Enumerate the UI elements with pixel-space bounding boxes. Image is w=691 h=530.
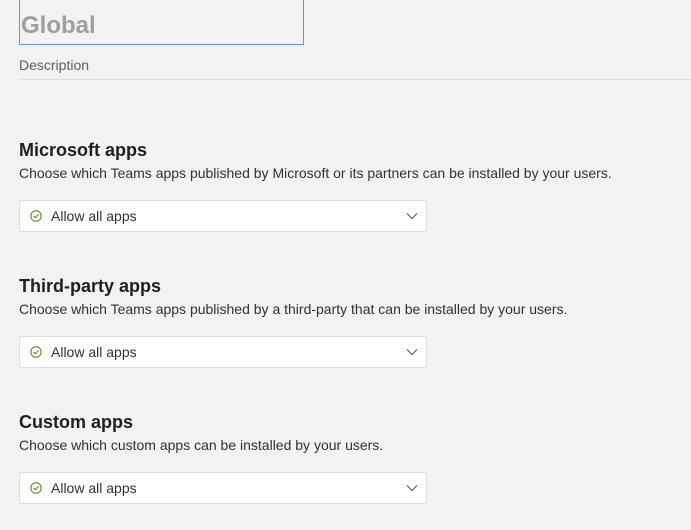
- check-circle-icon: [30, 482, 42, 494]
- chevron-down-icon: [406, 213, 418, 220]
- policy-name-input[interactable]: [19, 0, 304, 45]
- section-title: Microsoft apps: [19, 140, 148, 160]
- third-party-apps-dropdown[interactable]: Allow all apps: [19, 336, 427, 368]
- section-third-party-apps: Third-party apps Choose which Teams apps…: [19, 275, 679, 368]
- section-description: Choose which Teams apps published by a t…: [19, 301, 568, 317]
- section-description: Choose which custom apps can be installe…: [19, 437, 384, 453]
- check-circle-icon: [30, 210, 42, 222]
- dropdown-selected-value: Allow all apps: [51, 344, 137, 360]
- section-description: Choose which Teams apps published by Mic…: [19, 165, 612, 181]
- description-label[interactable]: Description: [19, 57, 89, 73]
- dropdown-selected-value: Allow all apps: [51, 208, 137, 224]
- custom-apps-dropdown[interactable]: Allow all apps: [19, 472, 427, 504]
- chevron-down-icon: [406, 485, 418, 492]
- dropdown-selected-value: Allow all apps: [51, 480, 137, 496]
- divider: [19, 79, 691, 80]
- section-title: Custom apps: [19, 412, 134, 432]
- chevron-down-icon: [406, 349, 418, 356]
- section-title: Third-party apps: [19, 276, 162, 296]
- check-circle-icon: [30, 346, 42, 358]
- microsoft-apps-dropdown[interactable]: Allow all apps: [19, 200, 427, 232]
- section-microsoft-apps: Microsoft apps Choose which Teams apps p…: [19, 139, 679, 232]
- section-custom-apps: Custom apps Choose which custom apps can…: [19, 411, 679, 504]
